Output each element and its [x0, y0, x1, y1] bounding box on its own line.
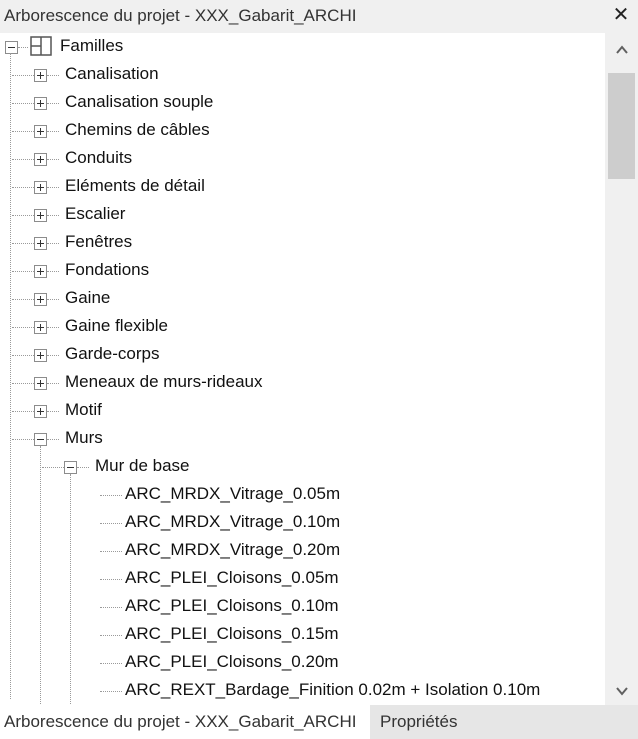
tree-connector-line	[47, 131, 59, 132]
tree-connector-line	[12, 131, 34, 132]
tree-connector-line	[12, 299, 34, 300]
tree-node-type[interactable]: ARC_PLEI_Cloisons_0.15m	[125, 620, 339, 648]
tree-node-category[interactable]: Chemins de câbles	[65, 116, 210, 144]
category-toggle[interactable]	[34, 405, 47, 418]
tree-connector-line	[47, 439, 59, 440]
tree-connector-line	[70, 474, 71, 705]
subfamily-toggle[interactable]	[64, 461, 77, 474]
category-toggle[interactable]	[34, 265, 47, 278]
tree-node-type[interactable]: ARC_MRDX_Vitrage_0.05m	[125, 480, 340, 508]
tree-connector-line	[100, 691, 122, 692]
tree-connector-line	[12, 327, 34, 328]
tab-properties[interactable]: Propriétés	[372, 705, 465, 739]
vertical-scrollbar[interactable]	[605, 33, 638, 705]
tree-connector-line	[10, 53, 11, 699]
tree-node-category[interactable]: Gaine	[65, 284, 110, 312]
tree-node-category[interactable]: Fondations	[65, 256, 149, 284]
tree-connector-line	[12, 243, 34, 244]
tree-connector-line	[12, 439, 34, 440]
tree-connector-line	[47, 75, 59, 76]
tree-connector-line	[47, 215, 59, 216]
scroll-down-arrow-icon[interactable]	[615, 684, 629, 698]
tree-node-category[interactable]: Escalier	[65, 200, 125, 228]
tree-connector-line	[47, 159, 59, 160]
tree-connector-line	[47, 299, 59, 300]
tree-connector-line	[12, 215, 34, 216]
tree-node-mur-de-base[interactable]: Mur de base	[95, 452, 190, 480]
tree-connector-line	[47, 327, 59, 328]
category-toggle[interactable]	[34, 293, 47, 306]
tree-node-category[interactable]: Motif	[65, 396, 102, 424]
tree-node-type[interactable]: ARC_MRDX_Vitrage_0.10m	[125, 508, 340, 536]
tree-connector-line	[12, 411, 34, 412]
category-toggle[interactable]	[34, 125, 47, 138]
tree-connector-line	[100, 495, 122, 496]
tree-node-category[interactable]: Murs	[65, 424, 103, 452]
tree-connector-line	[12, 75, 34, 76]
tree-node-type[interactable]: ARC_REXT_Bardage_Finition 0.02m + Isolat…	[125, 676, 540, 704]
tree-connector-line	[47, 103, 59, 104]
scroll-up-arrow-icon[interactable]	[615, 43, 629, 57]
tree-connector-line	[12, 159, 34, 160]
tree-node-familles[interactable]: Familles	[60, 33, 123, 60]
tree-connector-line	[100, 607, 122, 608]
tree-node-category[interactable]: Eléments de détail	[65, 172, 205, 200]
tree-connector-line	[100, 663, 122, 664]
category-toggle[interactable]	[34, 237, 47, 250]
tree-node-category[interactable]: Meneaux de murs-rideaux	[65, 368, 262, 396]
tree-connector-line	[77, 467, 89, 468]
tree-connector-line	[12, 383, 34, 384]
project-browser-tree[interactable]: Familles Canalisation Canalisation souple C…	[0, 33, 605, 705]
category-toggle[interactable]	[34, 153, 47, 166]
tree-connector-line	[47, 411, 59, 412]
tree-connector-line	[42, 467, 64, 468]
tree-node-category[interactable]: Garde-corps	[65, 340, 159, 368]
tree-connector-line	[12, 355, 34, 356]
tree-node-category[interactable]: Canalisation	[65, 60, 159, 88]
tree-connector-line	[47, 355, 59, 356]
tree-connector-line	[12, 271, 34, 272]
tree-connector-line	[47, 187, 59, 188]
tree-node-category[interactable]: Fenêtres	[65, 228, 132, 256]
tree-connector-line	[18, 47, 28, 48]
tree-connector-line	[12, 187, 34, 188]
tree-connector-line	[100, 635, 122, 636]
tree-node-category[interactable]: Gaine flexible	[65, 312, 168, 340]
root-collapse-toggle[interactable]	[5, 41, 18, 54]
category-toggle[interactable]	[34, 181, 47, 194]
close-icon[interactable]: ✕	[610, 4, 632, 26]
category-toggle[interactable]	[34, 69, 47, 82]
panel-tabs: Arborescence du projet - XXX_Gabarit_ARC…	[0, 705, 638, 739]
tree-connector-line	[12, 103, 34, 104]
panel-title-bar: Arborescence du projet - XXX_Gabarit_ARC…	[0, 0, 638, 33]
tree-connector-line	[40, 446, 41, 705]
category-toggle[interactable]	[34, 209, 47, 222]
tree-node-category[interactable]: Conduits	[65, 144, 132, 172]
category-toggle[interactable]	[34, 433, 47, 446]
category-toggle[interactable]	[34, 97, 47, 110]
tree-node-type[interactable]: ARC_PLEI_Cloisons_0.20m	[125, 648, 339, 676]
tree-node-type[interactable]: ARC_PLEI_Cloisons_0.05m	[125, 564, 339, 592]
family-icon	[30, 36, 52, 56]
panel-title: Arborescence du projet - XXX_Gabarit_ARC…	[4, 6, 357, 25]
tree-node-category[interactable]: Canalisation souple	[65, 88, 213, 116]
tree-connector-line	[100, 551, 122, 552]
category-toggle[interactable]	[34, 349, 47, 362]
tree-connector-line	[47, 271, 59, 272]
tree-connector-line	[47, 383, 59, 384]
category-toggle[interactable]	[34, 377, 47, 390]
scrollbar-thumb[interactable]	[608, 73, 635, 179]
tree-node-type[interactable]: ARC_PLEI_Cloisons_0.10m	[125, 592, 339, 620]
tab-project-browser[interactable]: Arborescence du projet - XXX_Gabarit_ARC…	[0, 705, 370, 739]
tree-connector-line	[100, 523, 122, 524]
category-toggle[interactable]	[34, 321, 47, 334]
tree-connector-line	[47, 243, 59, 244]
tree-connector-line	[100, 579, 122, 580]
tree-node-type[interactable]: ARC_MRDX_Vitrage_0.20m	[125, 536, 340, 564]
